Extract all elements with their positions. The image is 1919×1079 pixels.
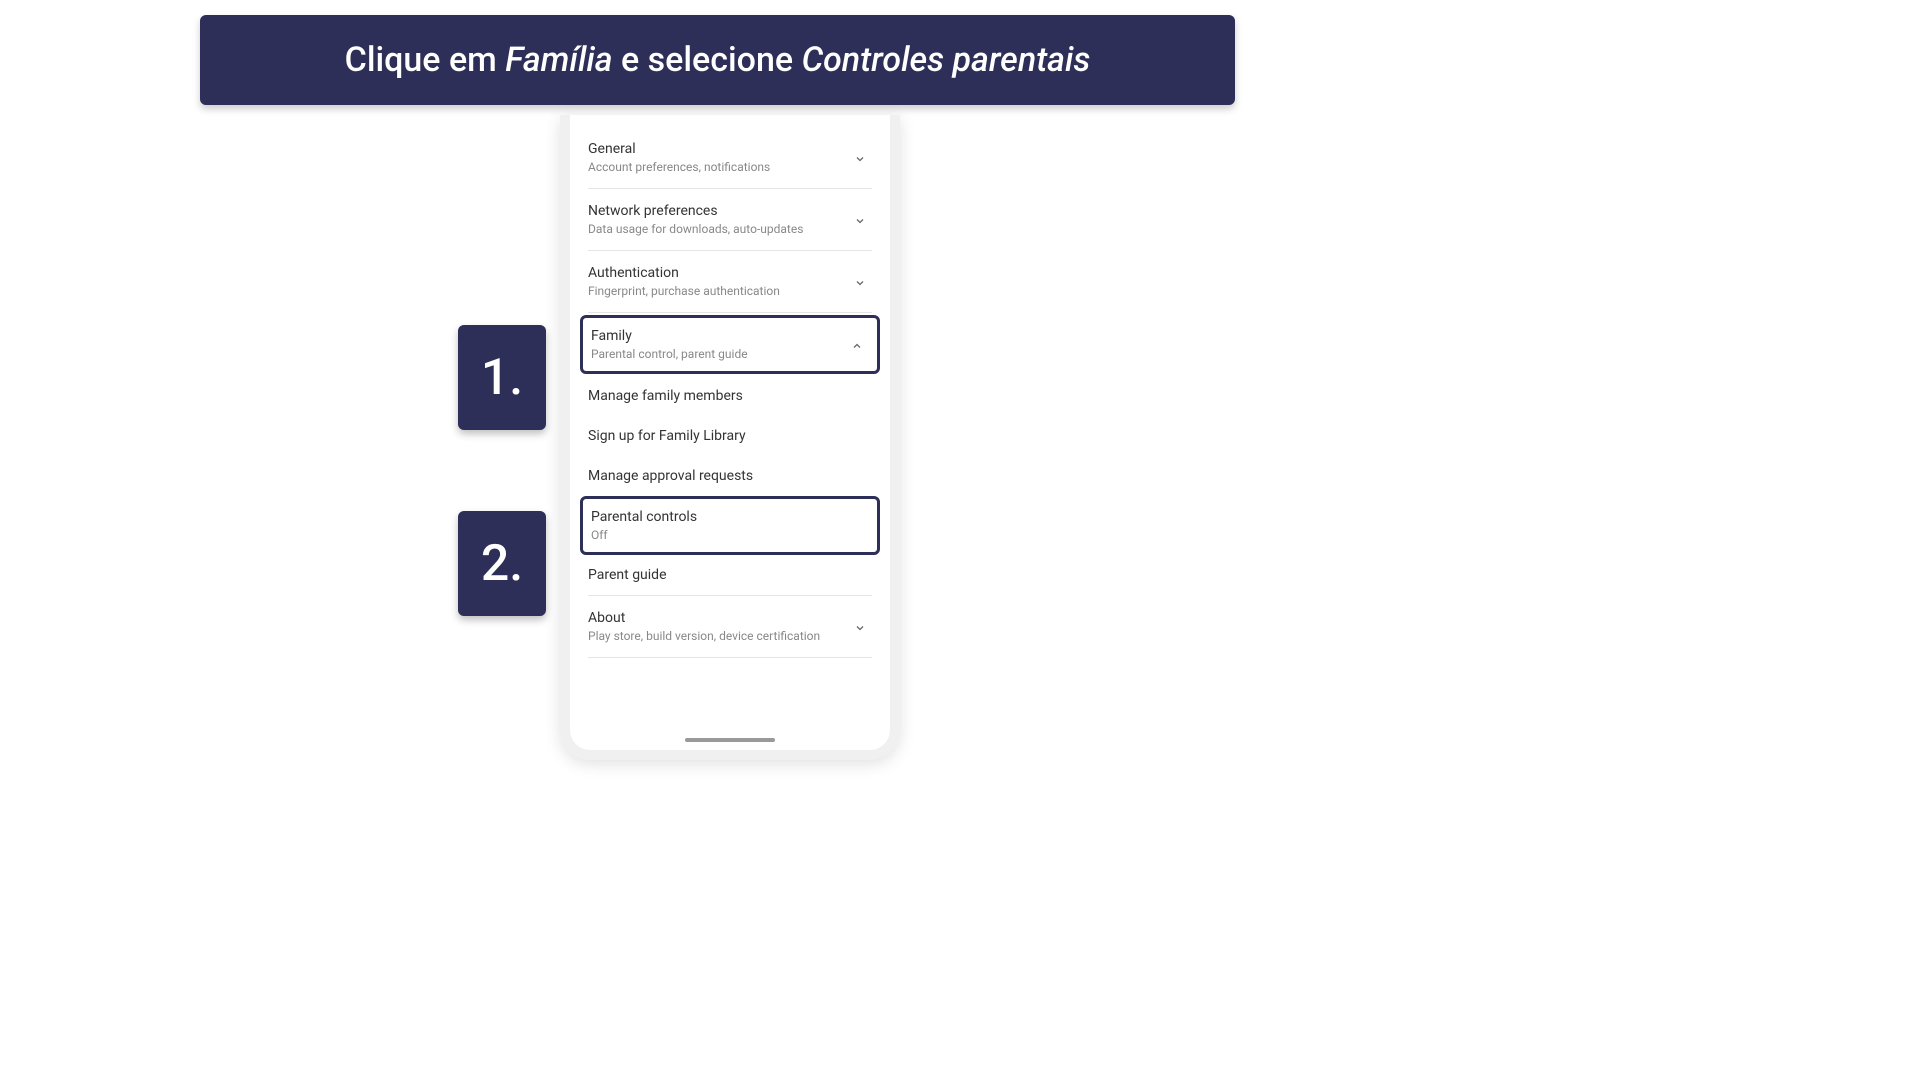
instruction-em-parental: Controles parentais [802,40,1091,80]
settings-item-authentication[interactable]: Authentication Fingerprint, purchase aut… [588,251,872,313]
sub-item-manage-members[interactable]: Manage family members [588,376,872,416]
home-indicator[interactable] [685,738,775,742]
settings-item-network-text: Network preferences Data usage for downl… [588,203,852,236]
chevron-up-icon [849,338,865,354]
phone-frame: General Account preferences, notificatio… [560,115,900,760]
step-badge-1: 1. [458,325,546,430]
sub-item-manage-requests[interactable]: Manage approval requests [588,456,872,496]
instruction-em-family: Família [505,40,612,80]
phone-content: General Account preferences, notificatio… [570,115,890,750]
settings-item-network[interactable]: Network preferences Data usage for downl… [588,189,872,251]
settings-item-family-title: Family [591,328,849,344]
chevron-down-icon [852,151,868,167]
step-badge-2: 2. [458,511,546,616]
settings-item-family-text: Family Parental control, parent guide [591,328,849,361]
sub-item-parental-controls[interactable]: Parental controls Off [580,496,880,555]
settings-item-about[interactable]: About Play store, build version, device … [588,596,872,658]
settings-item-family[interactable]: Family Parental control, parent guide [580,315,880,374]
settings-item-about-text: About Play store, build version, device … [588,610,852,643]
settings-item-family-subtitle: Parental control, parent guide [591,347,849,361]
settings-item-general-text: General Account preferences, notificatio… [588,141,852,174]
settings-item-general-subtitle: Account preferences, notifications [588,160,852,174]
step-badge-2-label: 2. [481,535,523,593]
instruction-banner: Clique em Família e selecione Controles … [200,15,1235,105]
settings-item-general[interactable]: General Account preferences, notificatio… [588,127,872,189]
settings-item-about-subtitle: Play store, build version, device certif… [588,629,852,643]
settings-item-network-title: Network preferences [588,203,852,219]
chevron-down-icon [852,620,868,636]
chevron-down-icon [852,213,868,229]
settings-item-authentication-text: Authentication Fingerprint, purchase aut… [588,265,852,298]
sub-item-parental-controls-status: Off [591,528,869,542]
settings-item-authentication-subtitle: Fingerprint, purchase authentication [588,284,852,298]
instruction-text-middle: e selecione [613,40,802,80]
sub-item-parental-controls-title: Parental controls [591,509,869,525]
settings-item-about-title: About [588,610,852,626]
settings-item-authentication-title: Authentication [588,265,852,281]
sub-item-parent-guide[interactable]: Parent guide [588,555,872,595]
sub-item-signup-library[interactable]: Sign up for Family Library [588,416,872,456]
instruction-text-prefix: Clique em [345,40,506,80]
settings-item-general-title: General [588,141,852,157]
settings-item-network-subtitle: Data usage for downloads, auto-updates [588,222,852,236]
chevron-down-icon [852,275,868,291]
step-badge-1-label: 1. [481,349,523,407]
